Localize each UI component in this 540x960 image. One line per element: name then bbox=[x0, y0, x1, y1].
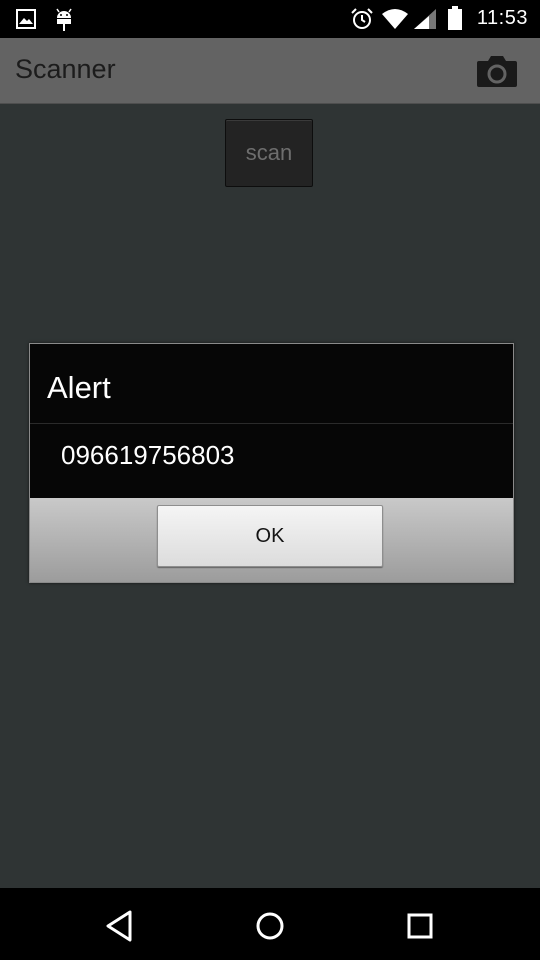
action-bar: Scanner bbox=[0, 38, 540, 104]
scan-button[interactable]: scan bbox=[225, 119, 313, 187]
image-notification-icon bbox=[16, 9, 36, 34]
dialog-button-bar: OK bbox=[30, 498, 513, 582]
alert-dialog: Alert 096619756803 OK bbox=[29, 343, 514, 583]
cell-signal-icon bbox=[413, 8, 437, 35]
home-icon[interactable] bbox=[250, 906, 290, 946]
status-bar: 11:53 bbox=[0, 0, 540, 38]
ok-button[interactable]: OK bbox=[157, 505, 383, 567]
dialog-title: Alert bbox=[47, 370, 111, 405]
alarm-icon bbox=[350, 7, 374, 36]
app-title: Scanner bbox=[15, 54, 116, 84]
dialog-message: 096619756803 bbox=[61, 440, 235, 470]
camera-icon[interactable] bbox=[476, 53, 518, 89]
dialog-divider bbox=[30, 423, 513, 424]
screen: 11:53 Scanner scan Alert 096619756803 OK bbox=[0, 0, 540, 960]
navigation-bar bbox=[0, 888, 540, 960]
battery-icon bbox=[448, 6, 462, 35]
recents-icon[interactable] bbox=[400, 906, 440, 946]
wifi-icon bbox=[381, 8, 409, 35]
status-time: 11:53 bbox=[476, 7, 528, 29]
android-debug-icon bbox=[53, 6, 75, 37]
back-icon[interactable] bbox=[100, 906, 140, 946]
